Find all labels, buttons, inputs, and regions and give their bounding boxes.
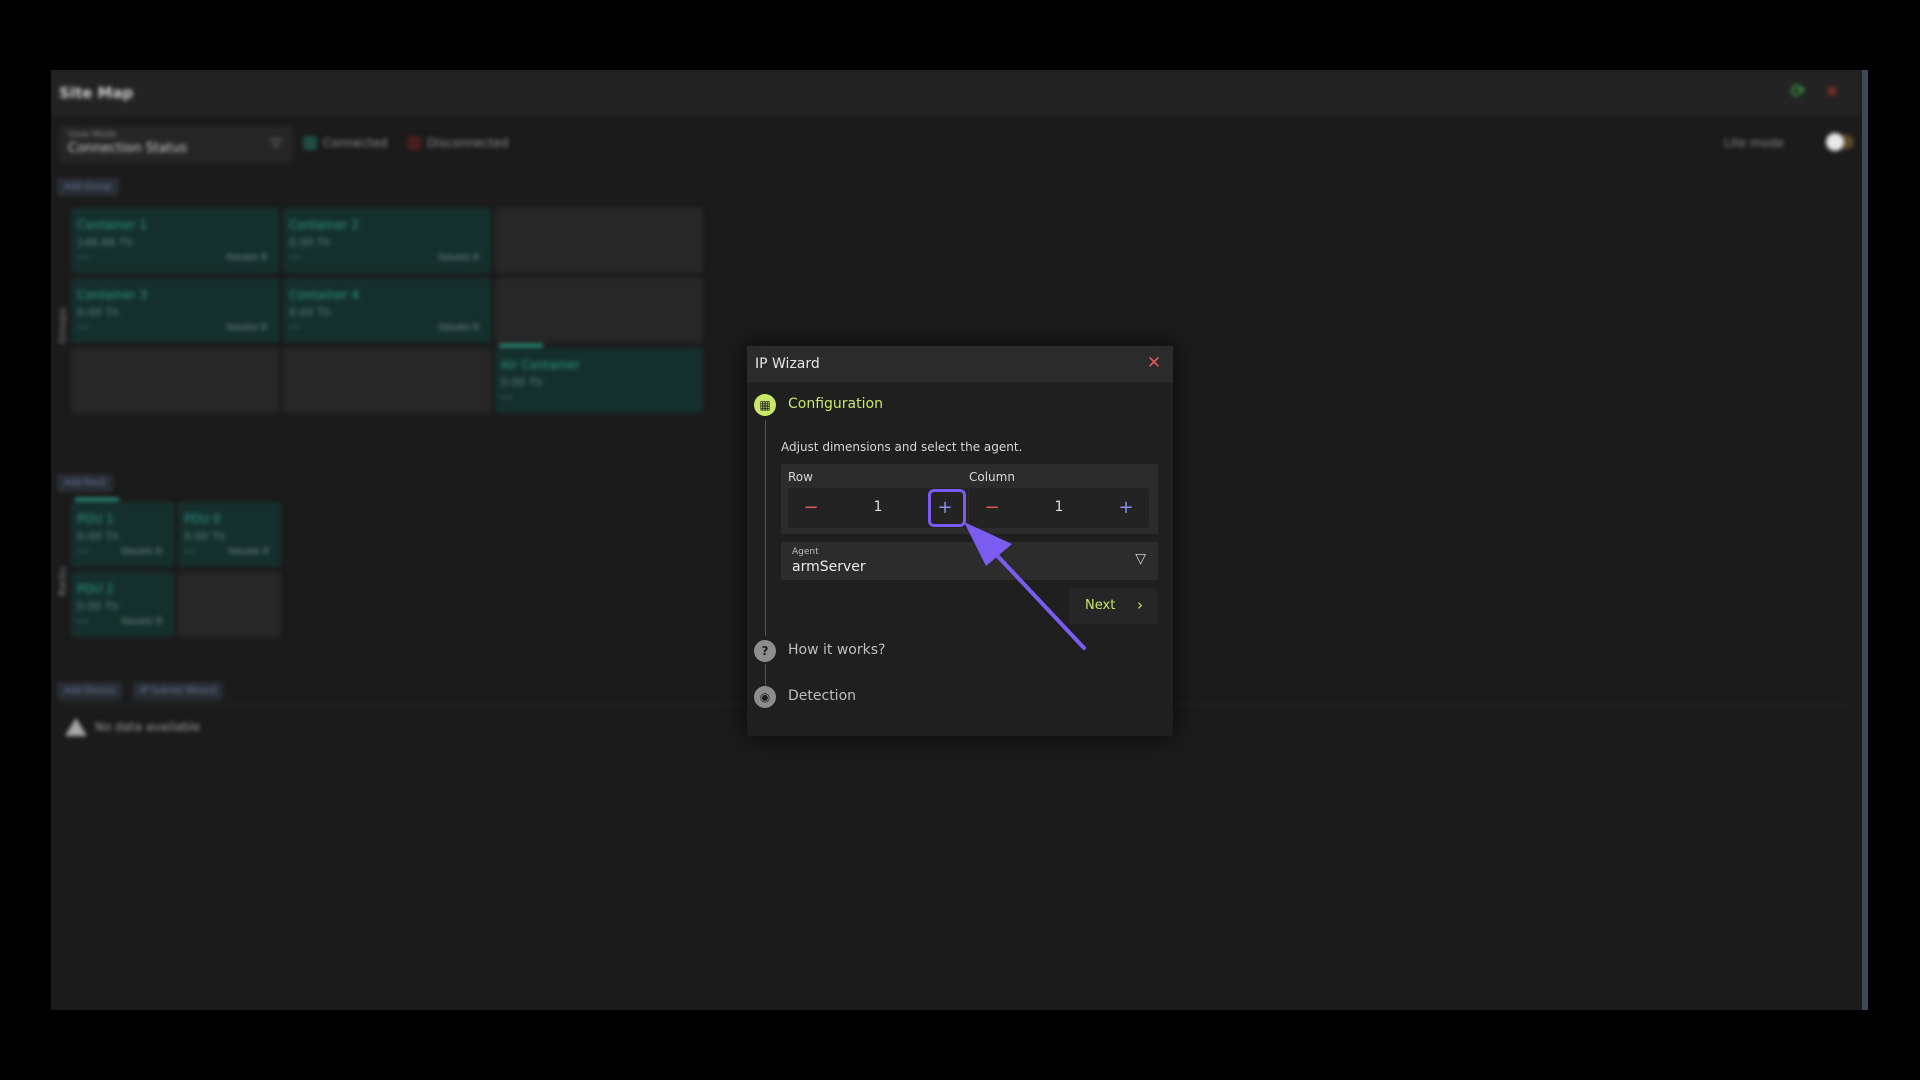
rack-card[interactable]: PDU 1 0.00 Th --- Issues 0 — [71, 498, 174, 567]
connected-swatch — [303, 136, 317, 150]
add-group-button[interactable]: Add Group — [57, 178, 119, 196]
group-issues: Issues 0 — [438, 252, 479, 263]
arrow-shaft — [988, 546, 1086, 650]
legend-disconnected: Disconnected — [427, 136, 509, 150]
rack-issues: Issues 0 — [228, 546, 269, 557]
view-mode-label: View Mode — [68, 130, 117, 140]
group-name: Container 4 — [289, 288, 360, 302]
agent-label: Agent — [792, 547, 819, 557]
group-card[interactable]: Container 1 146.66 Th --- Issues 0 — [71, 208, 279, 273]
column-label: Column — [969, 470, 1015, 484]
grid-icon: ▦ — [754, 394, 776, 416]
group-empty-slot[interactable] — [283, 348, 491, 413]
group-card[interactable]: Air Container 0.00 Th --- — [495, 344, 703, 413]
close-icon[interactable]: ✕ — [1145, 354, 1163, 372]
group-issues: Issues 0 — [438, 322, 479, 333]
window-title: Site Map — [59, 84, 134, 102]
refresh-icon[interactable]: ⟳ — [1788, 82, 1808, 102]
chevron-down-icon: ▽ — [271, 136, 281, 151]
rack-dash: --- — [184, 544, 196, 557]
add-rack-button[interactable]: Add Rack — [57, 474, 114, 492]
group-name: Container 1 — [77, 218, 148, 232]
agent-value: armServer — [792, 559, 866, 575]
arrow-head — [964, 522, 1012, 566]
help-icon: ? — [754, 640, 776, 662]
target-icon: ◉ — [754, 686, 776, 708]
add-device-button[interactable]: Add Device — [57, 682, 123, 700]
rack-empty-slot[interactable] — [178, 572, 281, 637]
group-card[interactable]: Container 4 0.00 Th --- Issues 0 — [283, 278, 491, 343]
rack-card[interactable]: PDU 0 0.00 Th --- Issues 0 — [178, 502, 281, 567]
group-issues: Issues 0 — [226, 322, 267, 333]
close-icon[interactable]: ✕ — [1822, 82, 1842, 102]
group-dash: --- — [289, 320, 301, 333]
chevron-down-icon: ▽ — [1135, 551, 1146, 567]
dialog-header: IP Wizard ✕ — [747, 346, 1173, 382]
group-dash: --- — [77, 320, 89, 333]
group-rate: 0.00 Th — [77, 306, 119, 319]
rack-rate: 0.00 Th — [184, 530, 226, 543]
status-bar — [499, 344, 543, 347]
group-rate: 0.00 Th — [289, 236, 331, 249]
no-data-text: No data available — [95, 720, 201, 734]
rack-dash: --- — [77, 614, 89, 627]
warning-icon — [65, 718, 87, 736]
rack-issues: Issues 0 — [121, 546, 162, 557]
group-card[interactable]: Container 3 0.00 Th --- Issues 0 — [71, 278, 279, 343]
step-detection[interactable]: Detection — [788, 688, 856, 704]
group-rate: 0.00 Th — [501, 376, 543, 389]
row-value[interactable]: 1 — [832, 499, 924, 515]
group-empty-slot[interactable] — [495, 278, 703, 343]
step-connector — [765, 420, 766, 636]
title-bar: Site Map ⟳ ✕ — [51, 70, 1862, 116]
row-decrement-button[interactable]: − — [796, 493, 826, 523]
window-edge — [1862, 70, 1868, 1010]
rack-dash: --- — [77, 544, 89, 557]
step-description: Adjust dimensions and select the agent. — [781, 440, 1023, 454]
rack-name: PDU 0 — [184, 512, 221, 526]
lite-mode-label: Lite mode — [1724, 136, 1784, 150]
lite-mode-toggle[interactable] — [1826, 133, 1854, 151]
step-configuration[interactable]: Configuration — [788, 396, 883, 412]
racks-side-label: Racks — [57, 566, 69, 597]
groups-side-label: Groups — [57, 307, 69, 344]
row-label: Row — [788, 470, 813, 484]
group-dash: --- — [501, 390, 513, 403]
rack-name: PDU 2 — [77, 582, 114, 596]
column-increment-button[interactable]: + — [1111, 493, 1141, 523]
group-name: Container 3 — [77, 288, 148, 302]
rack-issues: Issues 0 — [121, 616, 162, 627]
chevron-right-icon: › — [1137, 596, 1143, 614]
rack-card[interactable]: PDU 2 0.00 Th --- Issues 0 — [71, 572, 174, 637]
toolbar: View Mode Connection Status ▽ Connected … — [59, 126, 1860, 162]
group-empty-slot[interactable] — [495, 208, 703, 273]
step-connector — [765, 664, 766, 686]
rack-name: PDU 1 — [77, 512, 114, 526]
view-mode-value: Connection Status — [68, 141, 188, 156]
dialog-title: IP Wizard — [755, 356, 820, 372]
group-name: Container 2 — [289, 218, 360, 232]
column-decrement-button[interactable]: − — [977, 493, 1007, 523]
column-value[interactable]: 1 — [1013, 499, 1105, 515]
group-rate: 146.66 Th — [77, 236, 133, 249]
status-bar — [75, 498, 119, 501]
group-issues: Issues 0 — [226, 252, 267, 263]
group-name: Air Container — [501, 358, 580, 372]
rack-rate: 0.00 Th — [77, 600, 119, 613]
disconnected-swatch — [407, 136, 421, 150]
ip-subnet-wizard-button[interactable]: IP Subnet Wizard — [133, 682, 224, 700]
view-mode-select[interactable]: View Mode Connection Status ▽ — [59, 126, 293, 162]
annotation-arrow — [964, 522, 1086, 650]
group-dash: --- — [289, 250, 301, 263]
toggle-knob — [1826, 133, 1844, 151]
step-how-it-works[interactable]: How it works? — [788, 642, 885, 658]
group-dash: --- — [77, 250, 89, 263]
row-stepper: − 1 + — [788, 488, 968, 528]
group-card[interactable]: Container 2 0.00 Th --- Issues 0 — [283, 208, 491, 273]
group-empty-slot[interactable] — [71, 348, 279, 413]
legend-connected: Connected — [323, 136, 388, 150]
group-rate: 0.00 Th — [289, 306, 331, 319]
rack-rate: 0.00 Th — [77, 530, 119, 543]
